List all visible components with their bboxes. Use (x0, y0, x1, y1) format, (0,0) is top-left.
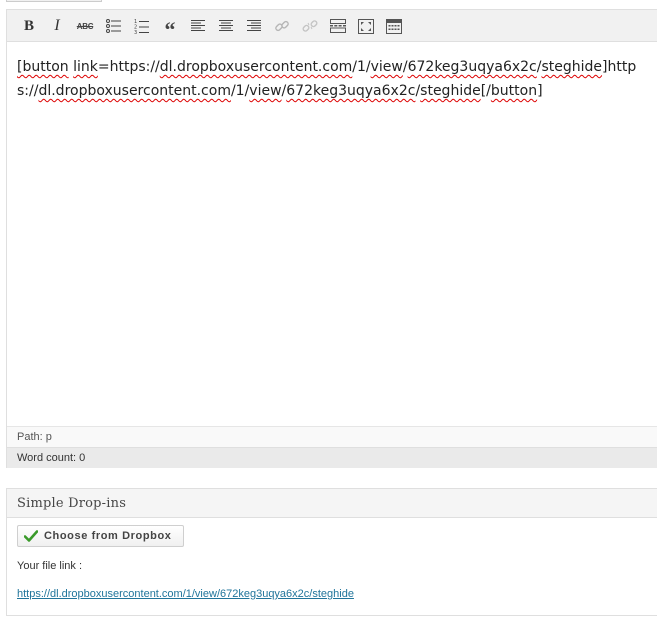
editor-text: [/ (480, 83, 491, 99)
editor-path-bar: Path: p (7, 426, 657, 447)
word-count-bar: Word count: 0 (7, 447, 657, 468)
editor-text: view (249, 83, 282, 99)
file-link-label: Your file link : (17, 560, 83, 572)
svg-text:3: 3 (134, 30, 137, 34)
editor-tab-stub (6, 0, 102, 2)
editor-toolbar: B I ABC 1 2 3 “ (7, 10, 657, 42)
align-left-icon (191, 20, 205, 31)
italic-icon: I (54, 17, 60, 34)
bold-icon: B (23, 17, 34, 34)
post-editor: B I ABC 1 2 3 “ [button link=https://dl.… (6, 9, 657, 468)
bullet-list-icon (106, 19, 121, 33)
strikethrough-button[interactable]: ABC (74, 15, 96, 37)
editor-content[interactable]: [button link=https://dl.dropboxuserconte… (7, 42, 657, 426)
simple-dropins-metabox: Simple Drop-ins Choose from Dropbox Your… (6, 488, 657, 616)
editor-text: 672keg3uqya6x2c (407, 59, 537, 75)
editor-text: 672keg3uqya6x2c (286, 83, 416, 99)
align-right-icon (247, 20, 261, 31)
bold-button[interactable]: B (18, 15, 40, 37)
editor-text: link (73, 59, 98, 75)
align-center-icon (219, 20, 233, 31)
editor-path: Path: p (17, 431, 52, 443)
editor-text: /1/ (352, 59, 371, 75)
italic-button[interactable]: I (46, 15, 68, 37)
choose-from-dropbox-button[interactable]: Choose from Dropbox (17, 525, 184, 547)
strikethrough-icon: ABC (76, 21, 94, 31)
editor-text: =https:// (97, 59, 160, 75)
editor-text: /1/ (230, 83, 250, 99)
editor-text: dl.dropboxusercontent.com (159, 59, 353, 75)
insert-link-icon (275, 20, 289, 32)
blockquote-button[interactable]: “ (159, 15, 181, 41)
align-left-button[interactable] (187, 15, 209, 37)
file-link[interactable]: https://dl.dropboxusercontent.com/1/view… (17, 588, 354, 600)
editor-text: steghide (541, 59, 603, 75)
insert-link-button[interactable] (271, 15, 293, 37)
align-center-button[interactable] (215, 15, 237, 37)
kitchen-sink-icon (386, 18, 402, 34)
bullet-list-button[interactable] (103, 15, 125, 37)
kitchen-sink-button[interactable] (383, 15, 405, 37)
blockquote-icon: “ (164, 17, 176, 42)
insert-more-icon (330, 19, 346, 33)
editor-text: view (370, 59, 403, 75)
word-count: Word count: 0 (17, 452, 86, 464)
editor-text: [button (17, 59, 69, 75)
editor-text: steghide (420, 83, 481, 99)
fullscreen-button[interactable] (355, 15, 377, 37)
insert-more-button[interactable] (327, 15, 349, 37)
numbered-list-button[interactable]: 1 2 3 (131, 15, 153, 37)
editor-text: button (490, 83, 538, 99)
choose-from-dropbox-label: Choose from Dropbox (44, 530, 172, 542)
remove-link-button[interactable] (299, 15, 321, 37)
editor-text: dl.dropboxusercontent.com (38, 83, 231, 99)
metabox-title: Simple Drop-ins (7, 489, 657, 518)
numbered-list-icon: 1 2 3 (134, 19, 149, 34)
editor-text: ] (537, 83, 543, 99)
align-right-button[interactable] (243, 15, 265, 37)
remove-link-icon (302, 20, 318, 32)
checkmark-icon (24, 530, 38, 542)
fullscreen-icon (358, 18, 374, 34)
